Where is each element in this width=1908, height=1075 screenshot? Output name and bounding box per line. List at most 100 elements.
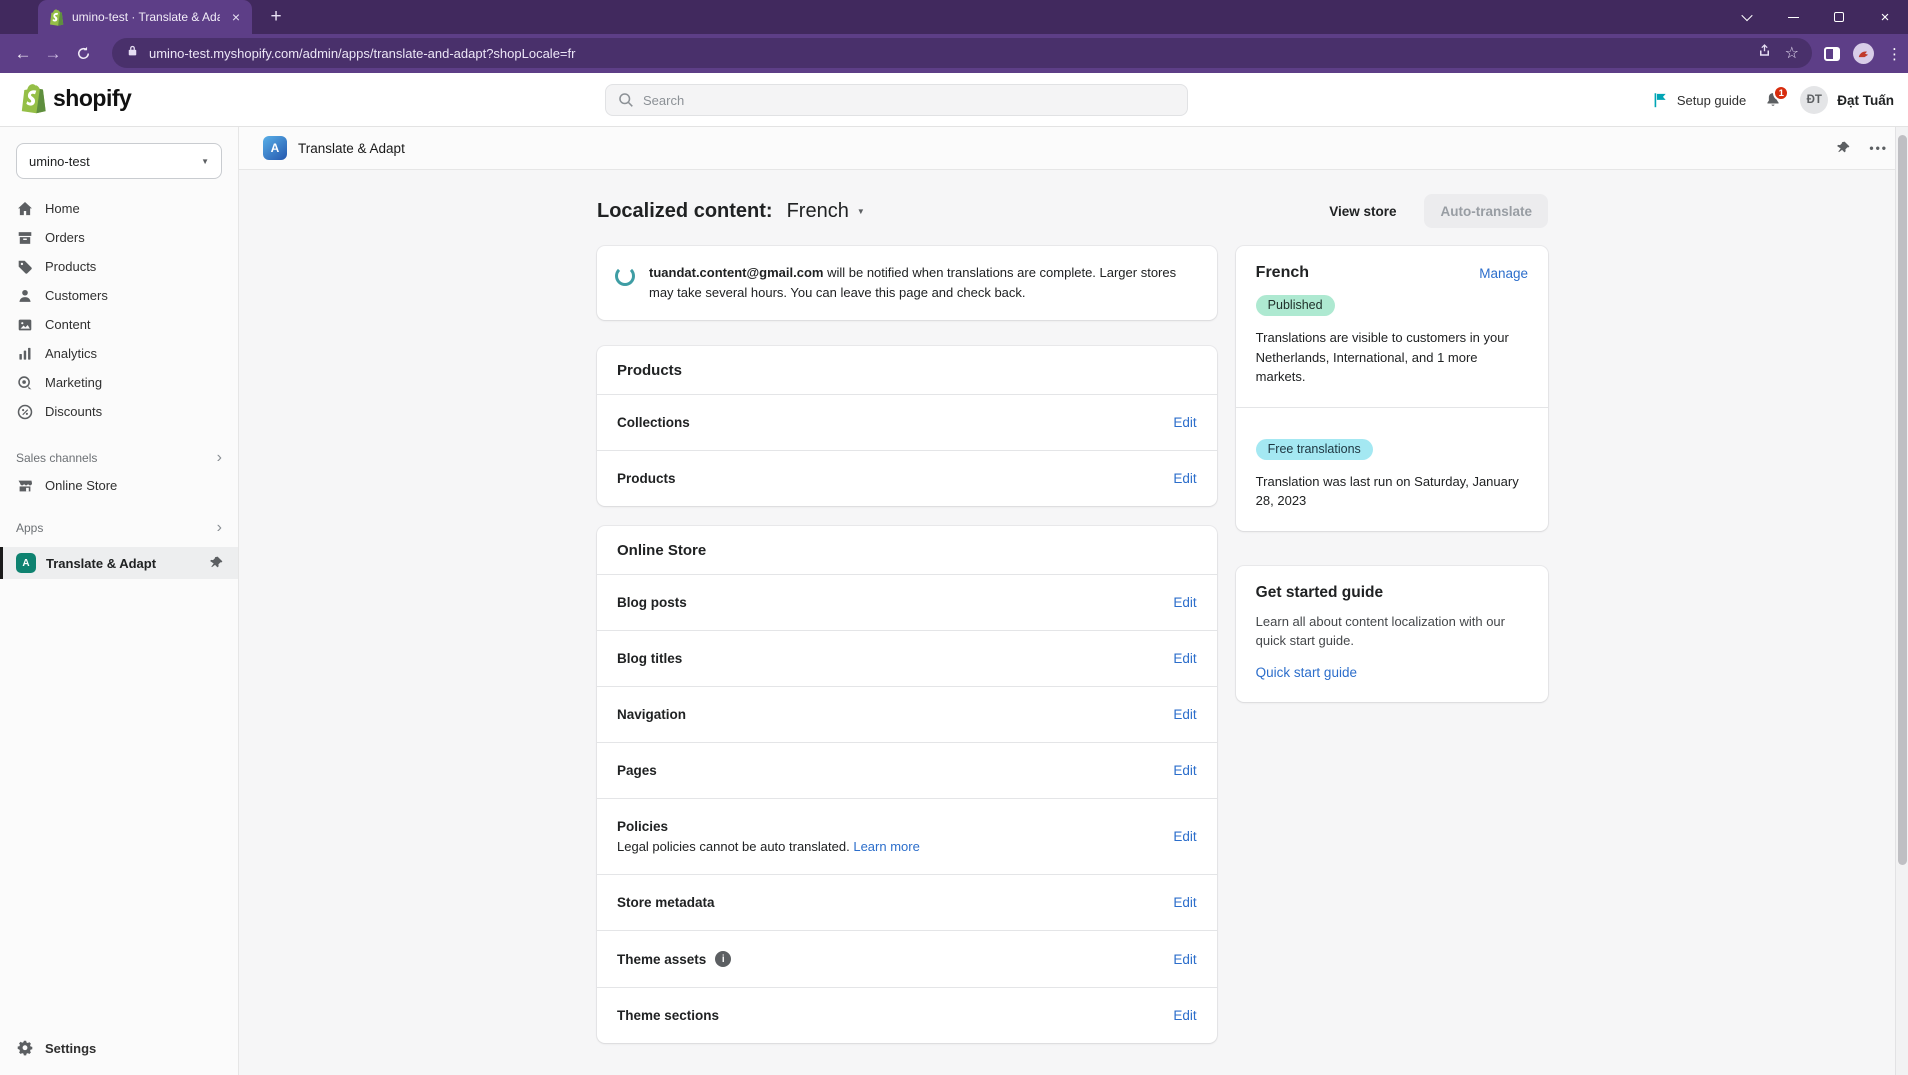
- learn-more-link[interactable]: Learn more: [853, 839, 919, 854]
- url-bar[interactable]: umino-test.myshopify.com/admin/apps/tran…: [112, 38, 1812, 68]
- side-panel-icon[interactable]: [1824, 47, 1840, 61]
- more-options-icon[interactable]: •••: [1869, 141, 1888, 155]
- row-label: Theme sections: [617, 1008, 719, 1023]
- sales-channels-header[interactable]: Sales channels ›: [0, 445, 238, 471]
- sidebar-item-products[interactable]: Products: [0, 252, 238, 281]
- info-icon[interactable]: i: [715, 951, 731, 967]
- shopify-favicon-icon: [49, 9, 64, 26]
- section-title: Products: [617, 362, 1197, 379]
- sidebar: umino-test ▼ Home Orders Products Custom…: [0, 127, 239, 1075]
- row-label: Store metadata: [617, 895, 715, 910]
- setup-guide-button[interactable]: Setup guide: [1651, 91, 1746, 109]
- view-store-button[interactable]: View store: [1329, 204, 1396, 219]
- page-title: Localized content:: [597, 200, 773, 223]
- app-top-bar: A Translate & Adapt •••: [239, 127, 1908, 170]
- row-label: Theme assets: [617, 952, 706, 967]
- row-blog-posts: Blog posts i Edit: [597, 574, 1217, 630]
- edit-link[interactable]: Edit: [1173, 707, 1196, 722]
- row-label: Blog posts: [617, 595, 687, 610]
- sidebar-item-content[interactable]: Content: [0, 310, 238, 339]
- row-pages: Pages i Edit: [597, 742, 1217, 798]
- orders-icon: [16, 229, 34, 247]
- lock-icon: [125, 43, 140, 63]
- notifications-button[interactable]: 1: [1764, 91, 1782, 109]
- visibility-text: Translations are visible to customers in…: [1256, 328, 1528, 387]
- quick-start-guide-link[interactable]: Quick start guide: [1256, 665, 1357, 680]
- edit-link[interactable]: Edit: [1173, 952, 1196, 967]
- sidebar-item-translate-adapt[interactable]: A Translate & Adapt: [0, 547, 238, 579]
- section-title: Online Store: [617, 542, 1197, 559]
- last-run-text: Translation was last run on Saturday, Ja…: [1256, 472, 1528, 511]
- get-started-card: Get started guide Learn all about conten…: [1236, 566, 1548, 702]
- chevron-down-icon: ▼: [201, 157, 209, 166]
- row-theme-assets: Theme assets i Edit: [597, 930, 1217, 987]
- sidebar-item-online-store[interactable]: Online Store: [0, 471, 238, 500]
- shopify-bag-icon: [20, 83, 47, 114]
- edit-link[interactable]: Edit: [1173, 895, 1196, 910]
- user-menu[interactable]: ĐT Đạt Tuấn: [1800, 86, 1894, 114]
- translate-app-icon: A: [263, 136, 287, 160]
- row-label: Policies: [617, 819, 668, 834]
- apps-header[interactable]: Apps ›: [0, 515, 238, 541]
- edit-link[interactable]: Edit: [1173, 763, 1196, 778]
- browser-menu-icon[interactable]: ⋮: [1887, 45, 1902, 63]
- sidebar-item-analytics[interactable]: Analytics: [0, 339, 238, 368]
- reload-icon[interactable]: [68, 45, 98, 62]
- row-label: Products: [617, 471, 676, 486]
- shopify-wordmark: shopify: [53, 85, 131, 112]
- edit-link[interactable]: Edit: [1173, 829, 1196, 844]
- notification-badge: 1: [1773, 85, 1789, 101]
- scrollbar-thumb[interactable]: [1898, 135, 1907, 865]
- share-icon[interactable]: [1757, 43, 1772, 63]
- shopify-logo[interactable]: shopify: [20, 83, 131, 114]
- auto-translate-button[interactable]: Auto-translate: [1424, 194, 1548, 228]
- maximize-button[interactable]: [1816, 0, 1862, 34]
- edit-link[interactable]: Edit: [1173, 471, 1196, 486]
- store-name: umino-test: [29, 154, 90, 169]
- new-tab-button[interactable]: +: [264, 6, 288, 28]
- edit-link[interactable]: Edit: [1173, 415, 1196, 430]
- storefront-icon: [16, 477, 34, 495]
- minimize-button[interactable]: [1770, 0, 1816, 34]
- browser-toolbar: ← → umino-test.myshopify.com/admin/apps/…: [0, 34, 1908, 73]
- store-selector[interactable]: umino-test ▼: [16, 143, 222, 179]
- notification-banner: tuandat.content@gmail.com will be notifi…: [597, 246, 1217, 320]
- edit-link[interactable]: Edit: [1173, 1008, 1196, 1023]
- browser-tab[interactable]: umino-test · Translate & Adapt · S ×: [38, 0, 252, 34]
- close-window-button[interactable]: ×: [1862, 0, 1908, 34]
- edit-link[interactable]: Edit: [1173, 595, 1196, 610]
- sidebar-item-settings[interactable]: Settings: [0, 1033, 238, 1063]
- avatar: ĐT: [1800, 86, 1828, 114]
- browser-chrome: umino-test · Translate & Adapt · S × + ×…: [0, 0, 1908, 73]
- row-blog-titles: Blog titles i Edit: [597, 630, 1217, 686]
- sidebar-nav: Home Orders Products Customers Content A…: [0, 194, 238, 426]
- pin-icon[interactable]: [1835, 140, 1851, 156]
- bookmark-star-icon[interactable]: ☆: [1785, 43, 1799, 63]
- flag-icon: [1651, 91, 1669, 109]
- guide-title: Get started guide: [1256, 584, 1528, 602]
- manage-link[interactable]: Manage: [1479, 266, 1528, 281]
- pin-icon[interactable]: [208, 555, 224, 571]
- browser-profile-avatar[interactable]: [1853, 43, 1874, 64]
- back-icon[interactable]: ←: [8, 44, 38, 64]
- row-label: Pages: [617, 763, 657, 778]
- search-icon: [617, 91, 635, 109]
- main-content: Localized content: French ▼ View store A…: [239, 170, 1908, 1075]
- tab-search-icon[interactable]: [1724, 0, 1770, 34]
- tab-close-icon[interactable]: ×: [228, 8, 244, 26]
- row-store-metadata: Store metadata i Edit: [597, 874, 1217, 930]
- translate-app-icon: A: [16, 553, 36, 573]
- edit-link[interactable]: Edit: [1173, 651, 1196, 666]
- global-search[interactable]: [605, 84, 1188, 116]
- sidebar-item-orders[interactable]: Orders: [0, 223, 238, 252]
- row-theme-sections: Theme sections i Edit: [597, 987, 1217, 1043]
- sidebar-item-marketing[interactable]: Marketing: [0, 368, 238, 397]
- language-dropdown[interactable]: French ▼: [787, 200, 865, 223]
- products-icon: [16, 258, 34, 276]
- page-scrollbar[interactable]: [1895, 127, 1908, 1075]
- sidebar-item-home[interactable]: Home: [0, 194, 238, 223]
- forward-icon[interactable]: →: [38, 44, 68, 64]
- sidebar-item-discounts[interactable]: Discounts: [0, 397, 238, 426]
- sidebar-item-customers[interactable]: Customers: [0, 281, 238, 310]
- search-input[interactable]: [643, 93, 1176, 108]
